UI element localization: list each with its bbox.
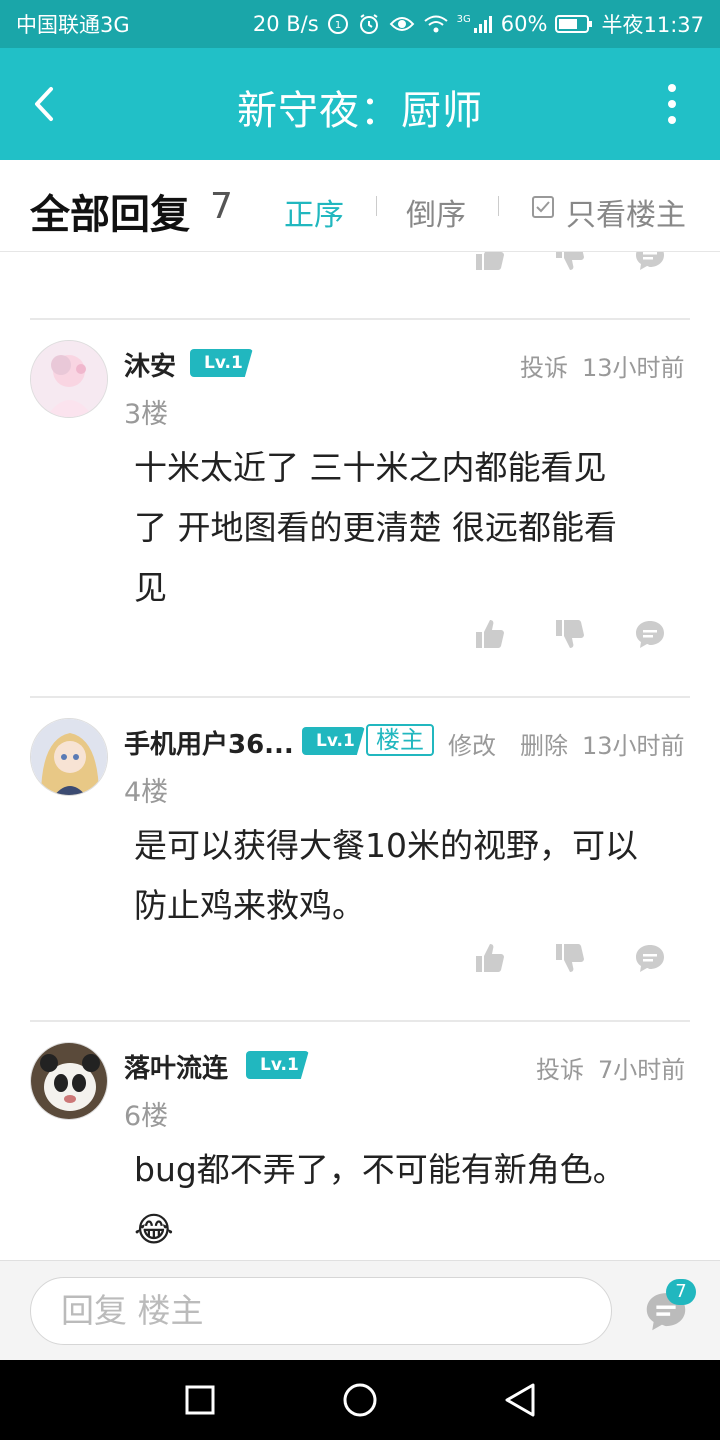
system-nav-bar [0,1360,720,1440]
reply-line: 防止鸡来救鸡。 [134,886,365,925]
thumb-up-icon[interactable] [474,252,506,272]
more-menu-button[interactable] [660,84,684,124]
username[interactable]: 手机用户36... [124,724,294,761]
report-link[interactable]: 投诉 [520,348,568,383]
post-divider [30,318,690,320]
timestamp: 13小时前 [582,732,685,760]
sort-descending-tab[interactable]: 倒序 [406,190,466,234]
eye-comfort-icon [389,14,415,34]
reply-body: bug都不弄了，不可能有新角色。 😂 [134,1140,694,1260]
divider [376,196,377,216]
triangle-back-icon [505,1383,535,1417]
delete-link[interactable]: 删除 [520,726,568,761]
floor-number: 3楼 [124,399,169,430]
recents-button[interactable] [180,1380,220,1420]
reply-count: 7 [210,186,233,227]
reply-line: bug都不弄了，不可能有新角色。 [134,1150,626,1189]
sort-ascending-tab[interactable]: 正序 [284,190,344,234]
timestamp: 13小时前 [582,354,685,382]
svg-text:1: 1 [334,20,340,31]
battery-percent: 60% [500,12,548,36]
only-op-checkbox[interactable] [532,196,554,218]
hd-icon: 1 [327,13,349,35]
thumb-up-icon[interactable] [474,942,506,974]
level-badge: Lv.1 [246,1051,309,1079]
username[interactable]: 落叶流连 [124,1048,228,1085]
thumb-down-icon[interactable] [554,618,586,650]
reply-body: 十米太近了 三十米之内都能看见 了 开地图看的更清楚 很远都能看 见 [134,438,694,618]
clock: 半夜11:37 [601,13,704,37]
replies-header: 全部回复 7 正序 倒序 只看楼主 [0,160,720,252]
square-icon [185,1385,215,1415]
post-divider [30,696,690,698]
avatar[interactable] [30,1042,108,1120]
home-button[interactable] [340,1380,380,1420]
reply-line: 十米太近了 三十米之内都能看见 [134,448,607,487]
username[interactable]: 沐安 [124,346,176,383]
floor-number: 6楼 [124,1101,169,1132]
post-actions [474,942,666,974]
floor-number: 4楼 [124,777,169,808]
page-title: 新守夜：厨师 [237,88,483,134]
op-badge: 楼主 [366,724,434,756]
reply-line: 了 开地图看的更清楚 很远都能看 [134,508,617,547]
comment-icon[interactable] [634,252,666,272]
comment-icon[interactable] [634,942,666,974]
reply-body: 是可以获得大餐10米的视野，可以 防止鸡来救鸡。 [134,816,694,936]
post-divider [30,1020,690,1022]
level-badge: Lv.1 [190,349,253,377]
avatar[interactable] [30,340,108,418]
comment-icon[interactable] [634,618,666,650]
network-type: 3G [456,14,471,25]
network-speed: 20 B/s [252,12,319,36]
level-badge: Lv.1 [302,727,365,755]
battery-icon [555,14,593,34]
title-bar: 新守夜：厨师 [0,48,720,160]
reply-line: 是可以获得大餐10米的视野，可以 [134,826,638,865]
divider [498,196,499,216]
carrier-label: 中国联通3G [16,13,130,37]
back-nav-button[interactable] [500,1380,540,1420]
thumb-down-icon[interactable] [554,252,586,272]
thumb-up-icon[interactable] [474,618,506,650]
post-actions [474,618,666,650]
timestamp: 7小时前 [598,1056,686,1084]
edit-link[interactable]: 修改 [448,726,496,761]
only-op-label[interactable]: 只看楼主 [566,190,686,234]
thumb-down-icon[interactable] [554,942,586,974]
emoji: 😂 [134,1210,174,1250]
avatar[interactable] [30,718,108,796]
reply-line: 见 [134,568,167,607]
signal-icon: 3G [457,14,493,34]
all-replies-heading: 全部回复 [30,192,190,238]
reply-list: 沐安 Lv.1 投诉 13小时前 3楼 十米太近了 三十米之内都能看见 了 开地… [0,252,720,1260]
post-actions [474,252,666,272]
alarm-icon [357,12,381,36]
reply-bar: 回复 楼主 7 [0,1260,720,1360]
report-link[interactable]: 投诉 [536,1050,584,1085]
reply-input[interactable]: 回复 楼主 [30,1277,612,1345]
circle-icon [343,1383,377,1417]
comment-count-badge: 7 [666,1279,696,1305]
wifi-icon [423,14,449,34]
status-bar: 中国联通3G 20 B/s 1 3G 60% 半夜11:37 [0,0,720,48]
